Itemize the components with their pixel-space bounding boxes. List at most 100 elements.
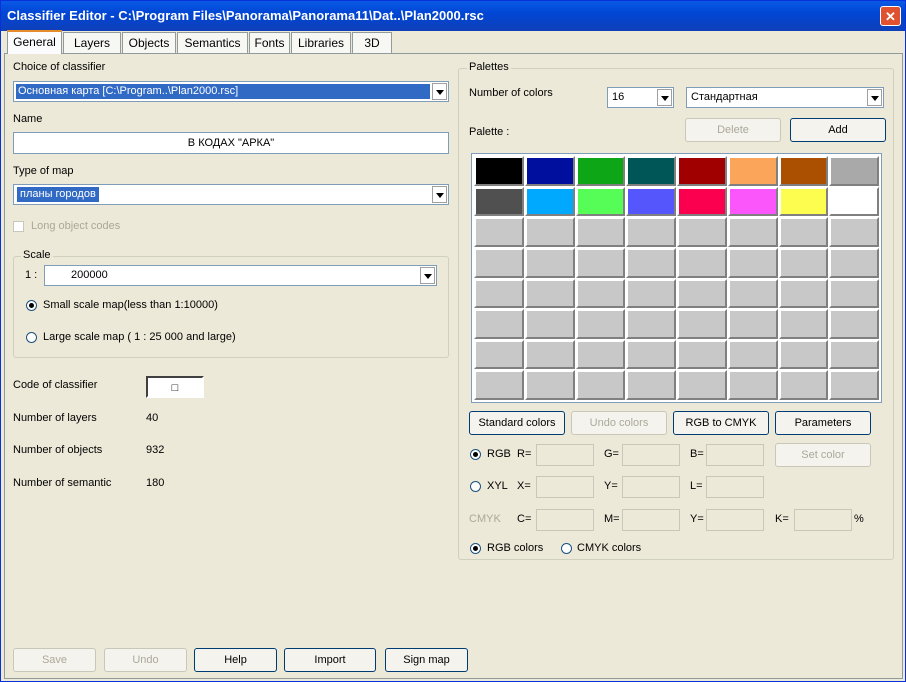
palette-color-cell[interactable]	[829, 370, 879, 400]
large-scale-radio[interactable]	[26, 332, 37, 343]
palette-color-cell[interactable]	[575, 247, 626, 278]
palette-color-cell[interactable]	[524, 156, 575, 186]
y2-input[interactable]	[706, 509, 764, 531]
palette-color-cell[interactable]	[575, 217, 626, 247]
help-button[interactable]: Help	[194, 648, 277, 672]
palette-color-cell[interactable]	[626, 247, 676, 278]
palette-color-cell[interactable]	[727, 309, 778, 339]
undo-button[interactable]: Undo	[104, 648, 187, 672]
palette-color-cell[interactable]	[829, 247, 879, 278]
palette-color-cell[interactable]	[474, 309, 524, 339]
palette-color-cell[interactable]	[778, 156, 829, 186]
tab-libraries[interactable]: Libraries	[291, 32, 351, 53]
palette-color-cell[interactable]	[626, 156, 676, 186]
cmyk-colors-radio[interactable]	[561, 543, 572, 554]
palette-color-cell[interactable]	[474, 339, 524, 370]
k-input[interactable]	[794, 509, 852, 531]
xyl-radio[interactable]	[470, 481, 481, 492]
palette-color-cell[interactable]	[575, 186, 626, 217]
tab-3d[interactable]: 3D	[352, 32, 392, 53]
palette-color-cell[interactable]	[727, 370, 778, 400]
palette-color-cell[interactable]	[524, 370, 575, 400]
save-button[interactable]: Save	[13, 648, 96, 672]
palette-color-cell[interactable]	[524, 186, 575, 217]
palette-color-cell[interactable]	[626, 217, 676, 247]
tab-layers[interactable]: Layers	[63, 32, 121, 53]
palette-color-cell[interactable]	[474, 278, 524, 309]
palette-color-cell[interactable]	[677, 339, 727, 370]
palette-color-cell[interactable]	[677, 278, 727, 309]
tab-general[interactable]: General	[7, 30, 62, 54]
small-scale-radio[interactable]	[26, 300, 37, 311]
add-button[interactable]: Add	[790, 118, 886, 142]
sign-map-button[interactable]: Sign map	[385, 648, 468, 672]
tab-semantics[interactable]: Semantics	[177, 32, 248, 53]
code-input[interactable]: □	[146, 376, 204, 398]
palette-color-cell[interactable]	[524, 217, 575, 247]
r-input[interactable]	[536, 444, 594, 466]
palette-color-cell[interactable]	[727, 247, 778, 278]
g-input[interactable]	[622, 444, 680, 466]
palette-color-cell[interactable]	[677, 370, 727, 400]
palette-color-cell[interactable]	[727, 186, 778, 217]
tab-objects[interactable]: Objects	[122, 32, 176, 53]
chevron-down-icon[interactable]	[657, 89, 672, 106]
palette-color-cell[interactable]	[829, 278, 879, 309]
m-input[interactable]	[622, 509, 680, 531]
palette-color-cell[interactable]	[727, 278, 778, 309]
palette-color-cell[interactable]	[677, 217, 727, 247]
rgb-to-cmyk-button[interactable]: RGB to CMYK	[673, 411, 769, 435]
chevron-down-icon[interactable]	[432, 186, 447, 203]
y-input[interactable]	[622, 476, 680, 498]
palette-color-cell[interactable]	[677, 186, 727, 217]
tab-fonts[interactable]: Fonts	[249, 32, 290, 53]
palette-color-cell[interactable]	[474, 186, 524, 217]
standard-colors-button[interactable]: Standard colors	[469, 411, 565, 435]
palette-color-cell[interactable]	[727, 217, 778, 247]
palette-color-cell[interactable]	[524, 278, 575, 309]
long-codes-checkbox[interactable]	[13, 221, 24, 232]
parameters-button[interactable]: Parameters	[775, 411, 871, 435]
set-color-button[interactable]: Set color	[775, 443, 871, 467]
l-input[interactable]	[706, 476, 764, 498]
rgb-radio[interactable]	[470, 449, 481, 460]
palette-color-cell[interactable]	[626, 186, 676, 217]
palette-color-cell[interactable]	[575, 156, 626, 186]
b-input[interactable]	[706, 444, 764, 466]
palette-color-cell[interactable]	[575, 309, 626, 339]
classifier-select[interactable]: Основная карта [C:\Program..\Plan2000.rs…	[13, 81, 449, 102]
rgb-colors-radio[interactable]	[470, 543, 481, 554]
palette-color-cell[interactable]	[626, 309, 676, 339]
palette-color-cell[interactable]	[829, 309, 879, 339]
close-button[interactable]: ✕	[880, 6, 901, 26]
palette-name-select[interactable]: Стандартная	[686, 87, 884, 108]
palette-color-cell[interactable]	[575, 370, 626, 400]
palette-color-cell[interactable]	[778, 278, 829, 309]
palette-color-cell[interactable]	[778, 370, 829, 400]
palette-color-cell[interactable]	[829, 186, 879, 217]
name-input[interactable]: В КОДАХ "АРКА"	[13, 132, 449, 154]
palette-color-cell[interactable]	[524, 309, 575, 339]
num-colors-select[interactable]: 16	[607, 87, 674, 108]
chevron-down-icon[interactable]	[867, 89, 882, 106]
palette-color-cell[interactable]	[829, 217, 879, 247]
palette-color-cell[interactable]	[829, 156, 879, 186]
palette-color-cell[interactable]	[524, 339, 575, 370]
undo-colors-button[interactable]: Undo colors	[571, 411, 667, 435]
palette-color-cell[interactable]	[727, 156, 778, 186]
palette-color-cell[interactable]	[778, 217, 829, 247]
chevron-down-icon[interactable]	[420, 267, 435, 284]
c-input[interactable]	[536, 509, 594, 531]
palette-color-cell[interactable]	[474, 247, 524, 278]
palette-color-cell[interactable]	[677, 309, 727, 339]
scale-select[interactable]: 200000	[44, 265, 437, 286]
palette-color-cell[interactable]	[524, 247, 575, 278]
palette-color-cell[interactable]	[474, 156, 524, 186]
palette-color-cell[interactable]	[626, 339, 676, 370]
palette-color-cell[interactable]	[626, 278, 676, 309]
palette-color-cell[interactable]	[778, 309, 829, 339]
palette-color-cell[interactable]	[575, 278, 626, 309]
palette-color-cell[interactable]	[474, 217, 524, 247]
chevron-down-icon[interactable]	[432, 83, 447, 100]
palette-color-cell[interactable]	[727, 339, 778, 370]
